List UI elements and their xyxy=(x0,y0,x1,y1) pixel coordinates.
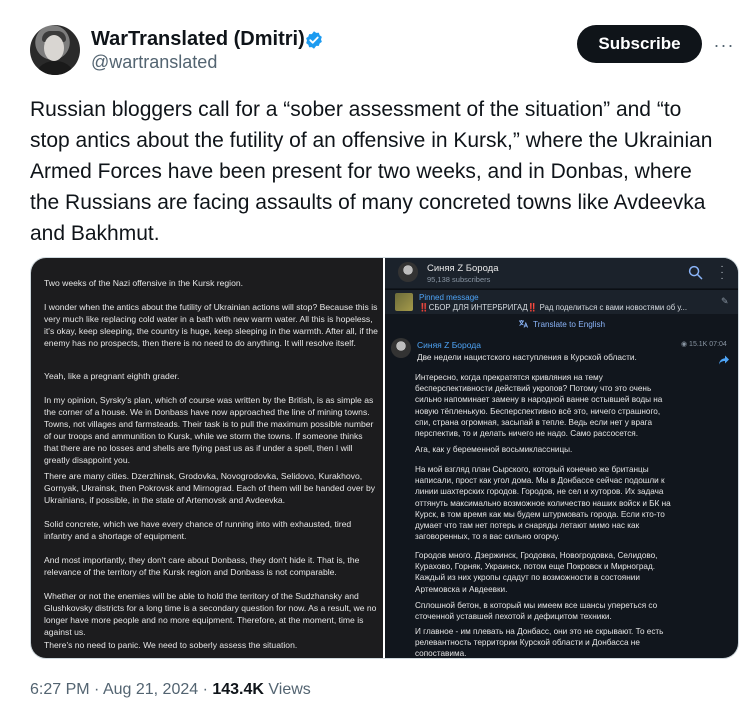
right-paragraph: Интересно, когда прекратятся кривляния н… xyxy=(415,373,663,439)
translate-bar: Translate to English xyxy=(385,319,738,335)
pinned-thumbnail xyxy=(395,293,413,311)
channel-name: Синяя Z Борода xyxy=(427,263,499,274)
more-options-icon[interactable]: ··· xyxy=(714,35,734,55)
pin-icon: ✎ xyxy=(721,296,729,306)
pinned-message-bar: Pinned message ‼️СБОР ДЛЯ ИНТЕРБРИГАД‼️ … xyxy=(385,289,738,314)
right-paragraph: На мой взгляд план Сырского, который кон… xyxy=(415,465,671,542)
channel-subscribers: 95,138 subscribers xyxy=(427,275,491,284)
left-paragraph: Solid concrete, which we have every chan… xyxy=(44,519,352,541)
post-meta: ◉ 15.1K 07:04 xyxy=(681,341,727,348)
channel-avatar xyxy=(398,262,418,282)
avatar-face xyxy=(44,35,64,61)
footer-separator: · xyxy=(198,681,213,698)
views-label: Views xyxy=(263,681,311,698)
verified-badge-icon xyxy=(306,31,322,49)
views-count: 143.4K xyxy=(212,681,264,698)
left-paragraph: Two weeks of the Nazi offensive in the K… xyxy=(44,278,244,288)
translate-icon xyxy=(518,320,528,328)
media-right-panel[interactable]: Синяя Z Борода 95,138 subscribers · · · Pi… xyxy=(385,258,738,658)
right-paragraph: И главное - им плевать на Донбасс, они э… xyxy=(415,627,664,659)
right-paragraph: Ага, как у беременной восьмиклассницы. xyxy=(415,445,573,454)
post-first-line: Две недели нацистского наступления в Кур… xyxy=(417,352,637,362)
left-paragraph: I wonder when the antics about the futil… xyxy=(44,302,378,348)
search-icon xyxy=(688,265,703,280)
pinned-text: ‼️СБОР ДЛЯ ИНТЕРБРИГАД‼️ Рад поделиться … xyxy=(419,303,687,312)
subscribe-button[interactable]: Subscribe xyxy=(577,25,702,63)
translate-label: Translate to English xyxy=(533,320,606,329)
author-name[interactable]: WarTranslated (Dmitri) xyxy=(91,28,305,51)
author-handle[interactable]: @wartranslated xyxy=(91,52,217,73)
pinned-label: Pinned message xyxy=(419,293,479,302)
media-left-panel[interactable]: Two weeks of the Nazi offensive in the K… xyxy=(31,258,383,658)
left-paragraph: And most importantly, they don't care ab… xyxy=(44,555,360,577)
left-paragraph: Yeah, like a pregnant eighth grader. xyxy=(44,371,180,381)
left-paragraph: Whether or not the enemies will be able … xyxy=(44,591,377,637)
right-paragraph: Сплошной бетон, в который мы имеем все ш… xyxy=(415,601,658,622)
tweet-date[interactable]: Aug 21, 2024 xyxy=(103,681,198,698)
menu-dots-icon: · · · xyxy=(720,261,724,284)
avatar-shoulders xyxy=(34,61,76,75)
left-paragraph: There's no need to panic. We need to sob… xyxy=(44,640,298,650)
tweet-footer: 6:27 PM · Aug 21, 2024 · 143.4K Views xyxy=(30,681,311,699)
tweet-text: Russian bloggers call for a “sober asses… xyxy=(30,98,713,245)
left-paragraph: There are many cities. Dzerzhinsk, Grodo… xyxy=(44,471,376,505)
tweet-time[interactable]: 6:27 PM xyxy=(30,681,90,698)
right-paragraph: Городов много. Дзержинск, Гродовка, Ново… xyxy=(415,551,658,594)
tweet-media[interactable]: Two weeks of the Nazi offensive in the K… xyxy=(30,257,739,659)
footer-separator: · xyxy=(89,681,103,698)
author-avatar[interactable] xyxy=(30,25,80,75)
left-paragraph: In my opinion, Syrsky's plan, which of c… xyxy=(44,395,374,465)
telegram-header: Синяя Z Борода 95,138 subscribers · · · xyxy=(385,258,738,288)
post-avatar xyxy=(391,338,411,358)
share-icon xyxy=(719,355,729,365)
post-author: Синяя Z Борода xyxy=(417,340,481,350)
